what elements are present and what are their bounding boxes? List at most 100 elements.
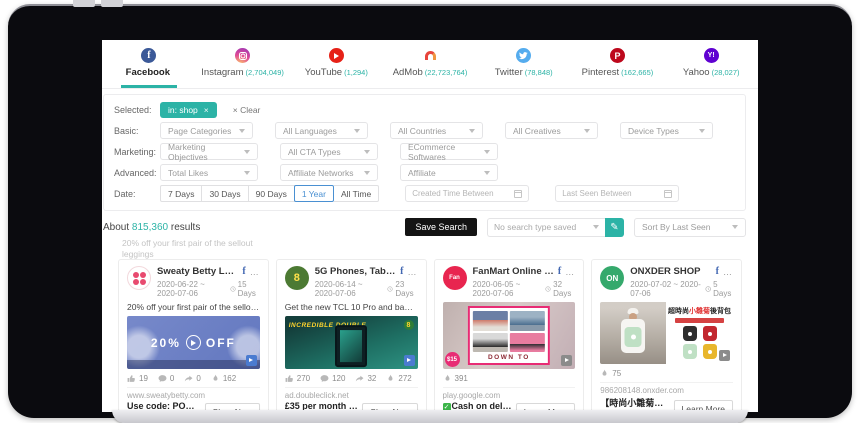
sort-select[interactable]: Sort By Last Seen (634, 218, 746, 237)
tab-label: AdMob (393, 67, 423, 78)
clock-icon (545, 285, 551, 293)
input-placeholder: Created Time Between (412, 189, 493, 198)
tab-youtube[interactable]: YouTube(1,294) (289, 40, 383, 88)
more-icon[interactable]: … (250, 267, 260, 277)
backpack-swatch (703, 326, 717, 341)
tab-label: Instagram (201, 67, 243, 78)
tab-twitter[interactable]: Twitter(78,848) (477, 40, 571, 88)
ad-body-text: 20% off your first pair of the sellout l… (127, 302, 260, 312)
more-icon[interactable]: … (723, 267, 733, 277)
heat-stat: 272 (386, 374, 411, 383)
ee-logo-icon: 8 (404, 320, 414, 330)
last-seen-input[interactable]: Last Seen Between (555, 185, 679, 202)
ad-creative-image[interactable]: DOWN TO $15 (443, 302, 576, 369)
facebook-icon: f (400, 266, 403, 277)
twitter-icon (516, 48, 531, 63)
ad-card-sweaty-betty[interactable]: Sweaty Betty London | Wom... f … 2020-06… (118, 259, 269, 412)
tab-count: (78,848) (525, 68, 553, 77)
select-value: No search type saved (494, 222, 576, 232)
select-value: All Languages (283, 126, 337, 136)
date-range: 2020-06-14 ~ 2020-07-06 (315, 280, 385, 298)
laptop-mockup: f Facebook Instagram(2,704,049) YouTube(… (0, 0, 860, 423)
adchoices-icon (246, 355, 257, 366)
date-90days-button[interactable]: 90 Days (249, 185, 295, 202)
heat-stat: 162 (211, 374, 236, 383)
affiliate-select[interactable]: Affiliate (400, 164, 498, 181)
ad-creative-image[interactable]: 超時尚小雛菊後背包 (600, 302, 733, 364)
clock-icon (230, 285, 236, 293)
color-variants-grid (683, 326, 717, 359)
tab-instagram[interactable]: Instagram(2,704,049) (196, 40, 290, 88)
countries-select[interactable]: All Countries (390, 122, 483, 139)
cta-types-select[interactable]: All CTA Types (280, 143, 378, 160)
facebook-icon: f (558, 266, 561, 277)
ad-card-fanmart[interactable]: Fan FanMart Online Shopping - F... f … 2… (434, 259, 585, 412)
advertiser-name[interactable]: 5G Phones, Tablets & SIMs | ... (315, 266, 396, 277)
saved-search-select[interactable]: No search type saved (487, 218, 605, 237)
tab-label: YouTube (305, 67, 342, 78)
chevron-down-icon (364, 171, 370, 175)
more-icon[interactable]: … (408, 267, 418, 277)
select-value: Marketing Objectives (168, 142, 244, 162)
total-likes-select[interactable]: Total Likes (160, 164, 258, 181)
results-count-text: About 815,360 results (103, 222, 200, 233)
chevron-down-icon (484, 171, 490, 175)
page-categories-select[interactable]: Page Categories (160, 122, 253, 139)
headline-part: 後背包 (710, 308, 731, 315)
date-7days-button[interactable]: 7 Days (160, 185, 202, 202)
ad-creative-image[interactable]: INCREDIBLE DOUBLE 8 (285, 316, 418, 369)
tab-facebook[interactable]: f Facebook (102, 40, 196, 88)
card-header: Fan FanMart Online Shopping - F... f … 2… (443, 266, 576, 298)
tab-admob[interactable]: AdMob(22,723,764) (383, 40, 477, 88)
date-30days-button[interactable]: 30 Days (202, 185, 248, 202)
chip-remove-icon[interactable]: × (204, 105, 209, 115)
camera-icon (239, 52, 247, 60)
filter-row-selected: Selected: in: shop× × Clear (114, 102, 735, 118)
date-range: 2020-06-05 ~ 2020-07-06 (473, 280, 543, 298)
tab-label: Facebook (126, 67, 170, 78)
select-value: Page Categories (168, 126, 231, 136)
card-header-text: ONXDER SHOP f … 2020-07-02 ~ 2020-07-06 … (630, 266, 733, 298)
created-time-input[interactable]: Created Time Between (405, 185, 529, 202)
more-icon[interactable]: … (565, 267, 575, 277)
creatives-select[interactable]: All Creatives (505, 122, 598, 139)
flame-icon (386, 374, 395, 383)
advertiser-name[interactable]: ONXDER SHOP (630, 266, 711, 277)
red-banner-graphic (675, 318, 724, 323)
results-suffix: results (171, 222, 200, 233)
select-value: ECommerce Softwares (408, 142, 484, 162)
date-range: 2020-07-02 ~ 2020-07-06 (630, 280, 702, 298)
ad-card-onxder[interactable]: ON ONXDER SHOP f … 2020-07-02 ~ 2020-07-… (591, 259, 742, 412)
adchoices-icon (561, 355, 572, 366)
stat-value: 32 (367, 374, 376, 383)
tab-yahoo[interactable]: Y! Yahoo(28,027) (664, 40, 758, 88)
selected-filter-chip[interactable]: in: shop× (160, 102, 217, 118)
affiliate-networks-select[interactable]: Affiliate Networks (280, 164, 378, 181)
device-types-select[interactable]: Device Types (620, 122, 713, 139)
ecommerce-softwares-select[interactable]: ECommerce Softwares (400, 143, 498, 160)
creative-text: OFF (206, 336, 236, 350)
edit-saved-search-button[interactable]: ✎ (605, 218, 624, 237)
date-1year-button[interactable]: 1 Year (294, 185, 334, 202)
thumb-up-icon (285, 374, 294, 383)
bezel-nub (73, 0, 95, 7)
languages-select[interactable]: All Languages (275, 122, 368, 139)
calendar-icon (664, 190, 672, 198)
ad-domain: ad.doubleclick.net (285, 388, 418, 401)
marketing-objectives-select[interactable]: Marketing Objectives (160, 143, 258, 160)
date-alltime-button[interactable]: All Time (334, 185, 379, 202)
clear-filters-link[interactable]: × Clear (233, 105, 261, 115)
creative-text: 超時尚小雛菊後背包 (668, 306, 731, 316)
select-value: Device Types (628, 126, 679, 136)
advertiser-name[interactable]: FanMart Online Shopping - F... (473, 266, 554, 277)
save-search-button[interactable]: Save Search (405, 218, 477, 236)
ad-creative-image[interactable]: 20% OFF (127, 316, 260, 369)
card-header-text: Sweaty Betty London | Wom... f … 2020-06… (157, 266, 260, 298)
tab-count: (162,665) (621, 68, 653, 77)
date-range-segmented: 7 Days 30 Days 90 Days 1 Year All Time (160, 185, 379, 202)
play-icon[interactable] (186, 335, 201, 350)
likes-stat: 19 (127, 374, 148, 383)
advertiser-name[interactable]: Sweaty Betty London | Wom... (157, 266, 238, 277)
tab-pinterest[interactable]: P Pinterest(162,665) (571, 40, 665, 88)
ad-card-5g-phones[interactable]: 8 5G Phones, Tablets & SIMs | ... f … 20… (276, 259, 427, 412)
